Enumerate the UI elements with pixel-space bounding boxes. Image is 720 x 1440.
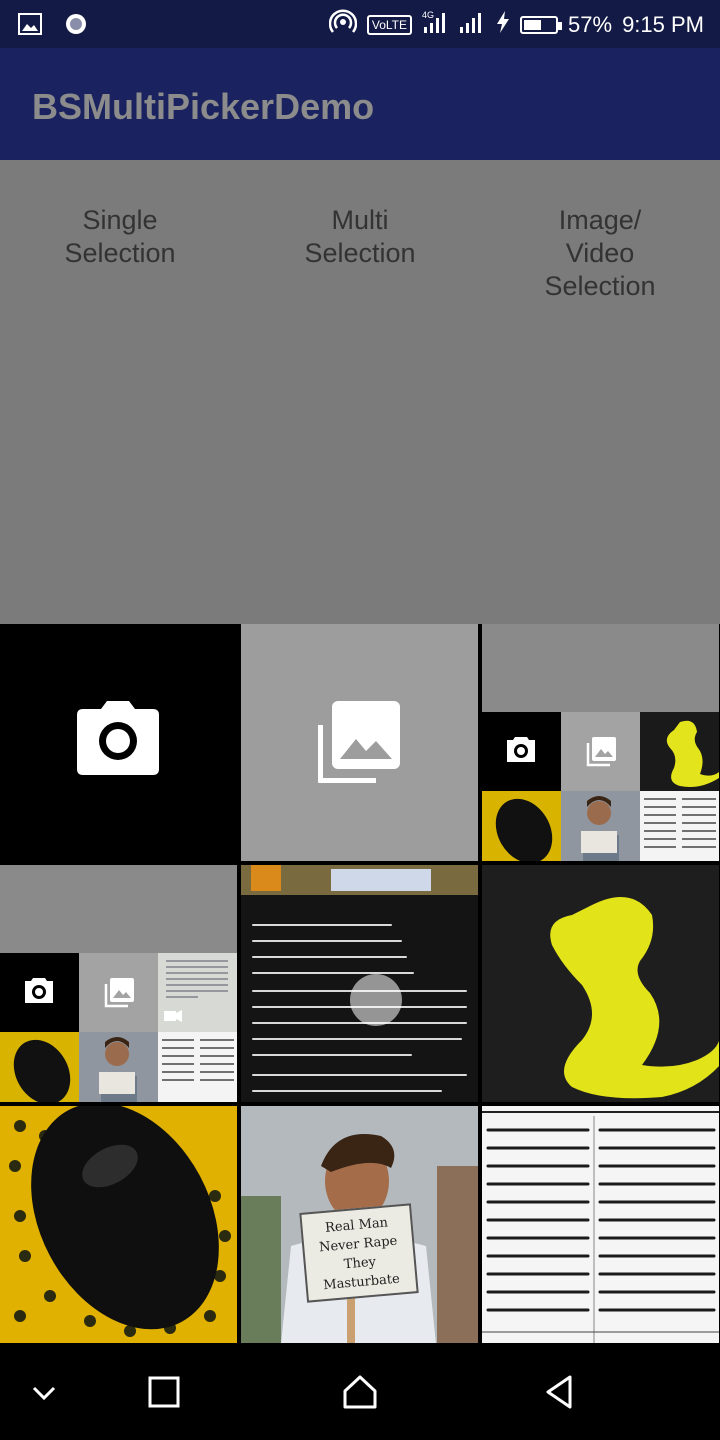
screenshot-picker-video-thumbnail[interactable] (0, 865, 237, 1102)
sync-icon (64, 12, 88, 41)
yellow-figure-photo[interactable] (482, 865, 719, 1102)
app-bar: BSMultiPickerDemo (0, 48, 720, 160)
thumb-person (79, 1032, 158, 1102)
camera-tile[interactable] (0, 624, 237, 861)
thumb-mouse (482, 791, 561, 861)
camera-icon (77, 701, 159, 775)
person-with-sign-photo[interactable]: Real Man Never Rape They Masturbate (241, 1106, 478, 1343)
back-icon[interactable] (540, 1372, 580, 1412)
book-page-photo[interactable] (241, 865, 478, 1102)
media-grid: Real Man Never Rape They Masturbate (0, 624, 720, 1344)
single-selection-button[interactable]: Single Selection (0, 204, 240, 270)
content-area: Single Selection Multi Selection Image/ … (0, 160, 720, 624)
home-icon[interactable] (340, 1372, 380, 1412)
thumb-gallery (79, 953, 158, 1032)
newspaper-photo[interactable] (482, 1106, 719, 1343)
battery-icon (520, 16, 563, 34)
app-title: BSMultiPickerDemo (32, 86, 375, 127)
mouse-photo[interactable] (0, 1106, 237, 1343)
hotspot-icon (328, 9, 358, 41)
gallery-notification-icon (18, 13, 42, 40)
svg-text:4G: 4G (422, 10, 434, 20)
thumb-newspaper (158, 1032, 237, 1102)
recents-icon[interactable] (144, 1372, 184, 1412)
thumb-yellow-figure (640, 712, 719, 791)
gallery-tile[interactable] (241, 624, 478, 861)
navigation-bar (0, 1344, 720, 1440)
chevron-down-icon[interactable] (24, 1372, 64, 1412)
thumb-gallery (561, 712, 640, 791)
thumb-mouse (0, 1032, 79, 1102)
multi-selection-button[interactable]: Multi Selection (240, 204, 480, 270)
thumb-video-document (158, 953, 237, 1032)
charging-icon (496, 11, 510, 39)
thumb-camera (482, 712, 561, 791)
gallery-icon (318, 701, 400, 783)
thumb-camera (0, 953, 79, 1032)
clock: 9:15 PM (622, 12, 704, 37)
signal-icon: 4G (422, 9, 486, 41)
volte-badge: VoLTE (366, 15, 413, 35)
video-icon (164, 1010, 182, 1022)
status-bar: VoLTE 4G 57% 9:15 PM (0, 0, 720, 48)
thumb-newspaper (640, 791, 719, 861)
screenshot-picker-thumbnail[interactable] (482, 624, 719, 861)
protest-sign: Real Man Never Rape They Masturbate (299, 1203, 419, 1303)
image-video-selection-button[interactable]: Image/ Video Selection (480, 204, 720, 303)
thumb-person (561, 791, 640, 861)
battery-percent: 57% (568, 12, 613, 37)
